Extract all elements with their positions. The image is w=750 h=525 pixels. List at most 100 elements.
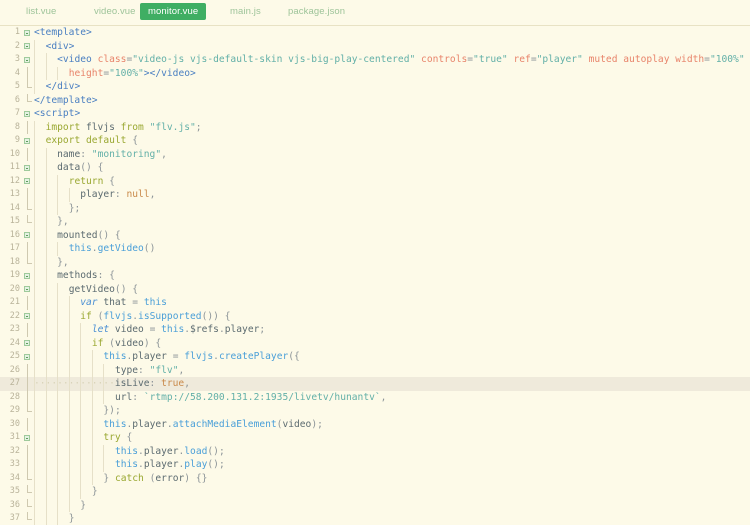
fold-guide-line <box>26 188 28 202</box>
code-line[interactable]: 22 if (flvjs.isSupported()) { <box>0 309 750 323</box>
fold-toggle-icon[interactable] <box>24 164 30 171</box>
fold-toggle-icon[interactable] <box>24 29 30 36</box>
code-line[interactable]: 32 this.player.load(); <box>0 444 750 458</box>
code-text: if (video) { <box>91 337 162 349</box>
code-line[interactable]: 2 <div> <box>0 39 750 53</box>
code-line[interactable]: 17 this.getVideo() <box>0 242 750 256</box>
code-line[interactable]: 7 <script> <box>0 107 750 121</box>
line-number: 9 <box>14 135 20 145</box>
line-number: 15 <box>9 216 20 226</box>
line-number: 25 <box>9 351 20 361</box>
line-number: 26 <box>9 364 20 375</box>
fold-toggle-icon[interactable] <box>24 353 30 360</box>
code-line[interactable]: 19 methods: { <box>0 269 750 283</box>
code-line[interactable]: 24 if (video) { <box>0 336 750 350</box>
code-line[interactable]: 31 try { <box>0 431 750 445</box>
line-number: 18 <box>9 256 20 267</box>
code-text: this.player.load(); <box>114 445 225 457</box>
editor-tab-list-vue[interactable]: list.vue <box>18 3 64 20</box>
fold-guide-line <box>26 363 28 377</box>
editor-tab-monitor-vue[interactable]: monitor.vue <box>140 3 207 20</box>
code-line[interactable]: 3 <video class="video-js vjs-default-ski… <box>0 53 750 67</box>
code-text: import flvjs from "flv.js"; <box>45 121 202 133</box>
code-line[interactable]: 12 return { <box>0 174 750 188</box>
code-line[interactable]: 18 }, <box>0 255 750 269</box>
fold-end-marker-icon <box>26 498 32 507</box>
fold-toggle-icon[interactable] <box>24 178 30 185</box>
code-line[interactable]: 16 mounted() { <box>0 228 750 242</box>
code-text: this.getVideo() <box>68 243 156 254</box>
line-number: 4 <box>14 67 20 78</box>
code-text: }, <box>57 256 69 268</box>
code-text: name: "monitoring", <box>57 148 167 160</box>
code-line[interactable]: 34 } catch (error) {} <box>0 471 750 485</box>
fold-toggle-icon[interactable] <box>24 232 30 239</box>
code-editor-area[interactable]: 1 <template> 2 <div> 3 <video class="video-… <box>0 26 750 525</box>
code-line[interactable]: 13 player: null, <box>0 188 750 202</box>
fold-end-marker-icon <box>26 201 32 210</box>
code-line[interactable]: 11 data() { <box>0 161 750 175</box>
code-text: height="100%"></video> <box>68 67 196 79</box>
code-text: } <box>91 486 98 497</box>
fold-guide-line <box>26 444 28 458</box>
fold-toggle-icon[interactable] <box>24 43 30 50</box>
code-line[interactable]: 26 type: "flv", <box>0 363 750 377</box>
code-line[interactable]: 28 url: `rtmp://58.200.131.2:1935/livetv… <box>0 390 750 404</box>
line-number: 30 <box>9 418 20 429</box>
code-text: export default { <box>45 135 138 146</box>
code-text: <video class="video-js vjs-default-skin … <box>57 54 745 65</box>
fold-toggle-icon[interactable] <box>24 137 30 144</box>
editor-tab-video-vue[interactable]: video.vue <box>86 3 144 20</box>
line-number: 8 <box>14 121 20 132</box>
code-line[interactable]: 6 </template> <box>0 93 750 108</box>
code-text: let video = this.$refs.player; <box>91 324 266 335</box>
code-line[interactable]: 27 ··············isLive: true, <box>0 377 750 391</box>
code-text: methods: { <box>57 270 115 281</box>
line-number: 35 <box>9 486 20 496</box>
code-line[interactable]: 33 this.player.play(); <box>0 458 750 472</box>
code-line[interactable]: 5 </div> <box>0 80 750 94</box>
fold-guide-line <box>26 417 28 431</box>
code-text: <script> <box>34 108 81 119</box>
line-number: 22 <box>9 310 20 321</box>
code-line[interactable]: 9 export default { <box>0 134 750 148</box>
fold-toggle-icon[interactable] <box>24 313 30 320</box>
code-line[interactable]: 36 } <box>0 498 750 512</box>
fold-end-marker-icon <box>26 215 32 223</box>
code-line[interactable]: 1 <template> <box>0 26 750 40</box>
code-line[interactable]: 29 }); <box>0 404 750 418</box>
fold-toggle-icon[interactable] <box>24 434 30 441</box>
line-number: 1 <box>14 27 20 37</box>
fold-guide-line <box>26 296 28 310</box>
fold-guide-line <box>26 458 28 472</box>
line-number: 5 <box>14 81 20 91</box>
code-line[interactable]: 4 height="100%"></video> <box>0 66 750 80</box>
code-text: </template> <box>34 94 98 106</box>
code-text: getVideo() { <box>68 283 139 295</box>
fold-guide-line <box>26 377 28 391</box>
code-line[interactable]: 15 }, <box>0 215 750 229</box>
code-line[interactable]: 37 } <box>0 512 750 525</box>
code-line[interactable]: 30 this.player.attachMediaElement(video)… <box>0 417 750 431</box>
fold-toggle-icon[interactable] <box>24 286 30 293</box>
editor-tab-main-js[interactable]: main.js <box>222 3 269 20</box>
code-text: url: `rtmp://58.200.131.2:1935/livetv/hu… <box>114 391 387 403</box>
fold-toggle-icon[interactable] <box>24 340 30 347</box>
editor-tab-package-json[interactable]: package.json <box>280 3 353 20</box>
code-line[interactable]: 21 var that = this <box>0 296 750 310</box>
code-line[interactable]: 23 let video = this.$refs.player; <box>0 323 750 337</box>
code-line[interactable]: 20 getVideo() { <box>0 282 750 296</box>
fold-toggle-icon[interactable] <box>24 110 30 117</box>
code-line[interactable]: 10 name: "monitoring", <box>0 147 750 161</box>
code-line[interactable]: 35 } <box>0 485 750 499</box>
code-text: </div> <box>45 81 81 92</box>
fold-guide-line <box>26 66 28 80</box>
code-line[interactable]: 25 this.player = flvjs.createPlayer({ <box>0 350 750 364</box>
code-line[interactable]: 8 import flvjs from "flv.js"; <box>0 120 750 134</box>
fold-toggle-icon[interactable] <box>24 272 30 279</box>
fold-end-marker-icon <box>26 512 32 520</box>
line-number: 24 <box>9 337 20 348</box>
fold-toggle-icon[interactable] <box>24 56 30 63</box>
code-line[interactable]: 14 }; <box>0 201 750 215</box>
code-text: } <box>68 513 75 524</box>
